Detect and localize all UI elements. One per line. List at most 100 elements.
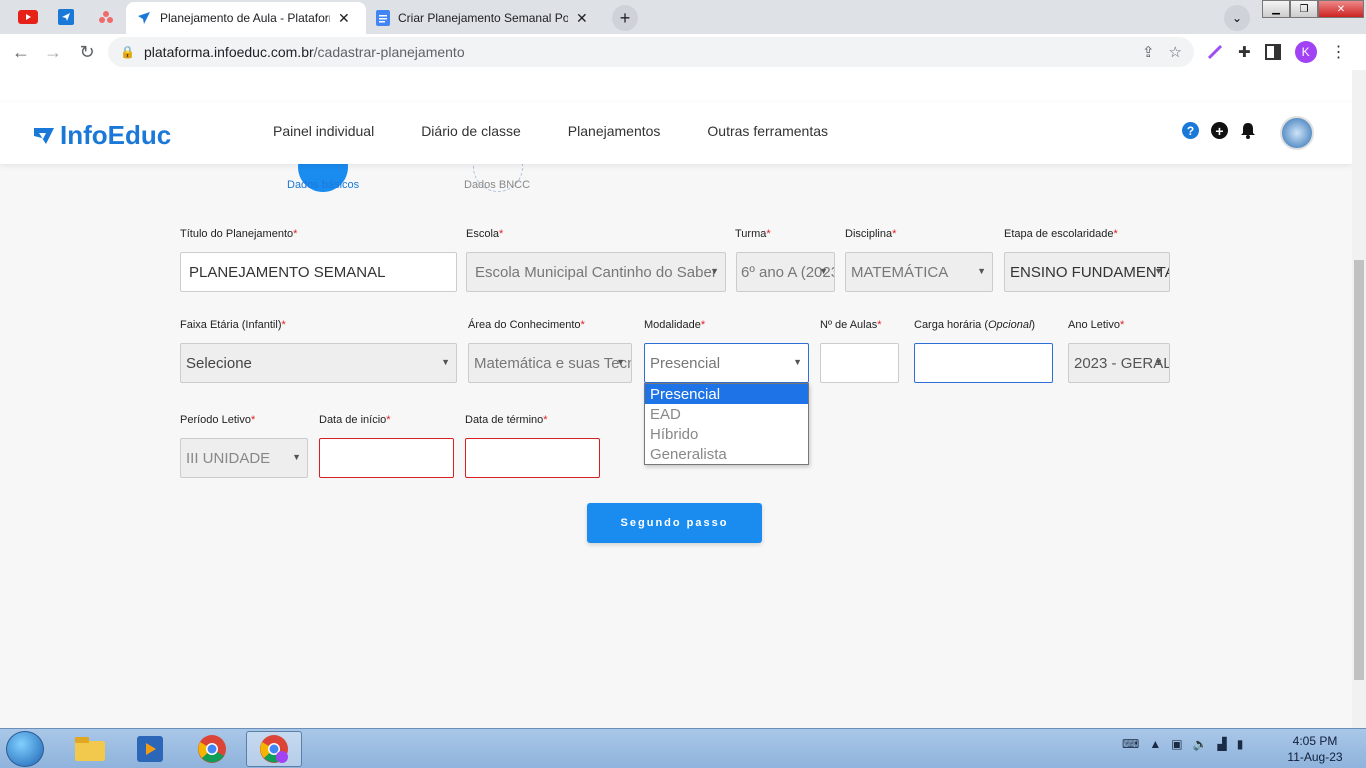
chevron-down-icon: ▼: [977, 266, 986, 276]
add-icon[interactable]: +: [1211, 122, 1228, 139]
nav-outras-ferramentas[interactable]: Outras ferramentas: [707, 123, 828, 139]
required-mark: *: [580, 319, 585, 331]
disciplina-label: Disciplina*: [845, 228, 896, 240]
pinned-tab-2[interactable]: [52, 6, 80, 28]
bell-icon[interactable]: [1240, 122, 1256, 139]
carga-label-end: ): [1031, 319, 1036, 331]
modalidade-option-generalista[interactable]: Generalista: [645, 444, 808, 464]
lock-icon: 🔒: [120, 45, 135, 59]
faixa-select[interactable]: Selecione ▼: [180, 343, 457, 383]
browser-tab-strip: Planejamento de Aula - Plataform ✕ Criar…: [0, 0, 1366, 34]
required-mark: *: [1119, 319, 1125, 331]
etapa-label-text: Etapa de escolaridade: [1004, 228, 1114, 240]
media-player-icon: [137, 736, 163, 762]
send-app-icon: [58, 9, 74, 25]
required-mark: *: [892, 228, 897, 240]
aulas-input[interactable]: [820, 343, 899, 383]
escola-label: Escola*: [466, 228, 503, 240]
nav-diario-de-classe[interactable]: Diário de classe: [421, 123, 521, 139]
bookmark-star-icon[interactable]: ☆: [1169, 43, 1182, 61]
chrome-profile-icon: [260, 735, 288, 763]
etapa-select[interactable]: ENSINO FUNDAMENTAL ▼: [1004, 252, 1170, 292]
infoeduc-logo[interactable]: InfoEduc: [32, 120, 171, 151]
side-panel-icon[interactable]: [1264, 44, 1281, 60]
data-termino-input[interactable]: [465, 438, 600, 478]
close-icon[interactable]: ✕: [576, 10, 588, 27]
user-avatar[interactable]: [1280, 116, 1314, 150]
device-icon[interactable]: ▣: [1171, 737, 1182, 751]
taskbar-chrome[interactable]: [184, 731, 240, 767]
area-value: Matemática e suas Tecnologias: [474, 354, 631, 372]
forward-arrow-icon[interactable]: →: [42, 41, 64, 63]
step-1-label[interactable]: Dados básicos: [287, 179, 359, 191]
page-scrollbar[interactable]: [1352, 70, 1366, 728]
taskbar-explorer[interactable]: [62, 731, 118, 767]
pen-extension-icon[interactable]: [1206, 43, 1224, 61]
modalidade-select[interactable]: Presencial ▼: [644, 343, 809, 383]
disciplina-value: MATEMÁTICA: [851, 263, 949, 281]
inicio-label: Data de início*: [319, 414, 391, 426]
escola-value: Escola Municipal Cantinho do Saber: [475, 263, 717, 281]
required-mark: *: [281, 319, 286, 331]
modalidade-option-presencial[interactable]: Presencial: [645, 384, 808, 404]
minimize-icon[interactable]: ▁: [1262, 0, 1290, 18]
nav-planejamentos[interactable]: Planejamentos: [568, 123, 661, 139]
kebab-menu-icon[interactable]: ⋮: [1331, 42, 1347, 62]
step-2-label[interactable]: Dados BNCC: [464, 179, 530, 191]
disciplina-select[interactable]: MATEMÁTICA ▼: [845, 252, 993, 292]
turma-label: Turma*: [735, 228, 771, 240]
modalidade-option-ead[interactable]: EAD: [645, 404, 808, 424]
window-close-icon[interactable]: ✕: [1318, 0, 1364, 18]
share-icon[interactable]: ⇪: [1142, 43, 1155, 61]
puzzle-extensions-icon[interactable]: ✚: [1238, 43, 1251, 61]
chevron-down-icon: ▼: [819, 266, 828, 276]
profile-avatar[interactable]: K: [1294, 41, 1317, 63]
nav-painel-individual[interactable]: Painel individual: [273, 123, 374, 139]
taskbar-media-player[interactable]: [122, 731, 178, 767]
new-tab-button[interactable]: +: [612, 5, 638, 31]
maximize-icon[interactable]: ❐: [1290, 0, 1318, 18]
tab-planejamento[interactable]: Planejamento de Aula - Plataform ✕: [126, 2, 366, 34]
required-mark: *: [877, 319, 882, 331]
volume-icon[interactable]: 🔈: [1193, 737, 1208, 751]
required-mark: *: [1113, 228, 1118, 240]
help-icon[interactable]: ?: [1182, 122, 1199, 139]
scrollbar-thumb[interactable]: [1354, 260, 1364, 680]
keyboard-icon[interactable]: ⌨: [1122, 737, 1139, 751]
power-icon[interactable]: ▮: [1237, 737, 1244, 751]
ano-select[interactable]: 2023 - GERAL ▼: [1068, 343, 1170, 383]
network-icon[interactable]: ▟: [1218, 737, 1227, 751]
youtube-tab[interactable]: [14, 6, 42, 28]
main-nav: Painel individual Diário de classe Plane…: [273, 123, 828, 139]
area-select[interactable]: Matemática e suas Tecnologias▼: [468, 343, 632, 383]
escola-select[interactable]: Escola Municipal Cantinho do Saber ▼: [466, 252, 726, 292]
taskbar-chrome-profile[interactable]: [246, 731, 302, 767]
segundo-passo-button[interactable]: Segundo passo: [587, 503, 762, 543]
carga-input[interactable]: [914, 343, 1053, 383]
infoeduc-favicon-icon: [138, 12, 150, 24]
termino-label: Data de término*: [465, 414, 548, 426]
back-arrow-icon[interactable]: ←: [10, 41, 32, 63]
system-clock[interactable]: 4:05 PM 11-Aug-23: [1280, 733, 1350, 765]
tray-expand-icon[interactable]: ▲: [1149, 737, 1161, 751]
tab-criar-planejamento[interactable]: Criar Planejamento Semanal Por ✕: [366, 2, 606, 34]
data-inicio-input[interactable]: [319, 438, 454, 478]
titulo-input[interactable]: PLANEJAMENTO SEMANAL: [180, 252, 457, 292]
start-button[interactable]: [6, 731, 44, 767]
periodo-label: Período Letivo*: [180, 414, 255, 426]
turma-select[interactable]: 6º ano A (2023) ▼: [736, 252, 835, 292]
tab-search-chevron-icon[interactable]: ⌄: [1224, 5, 1250, 31]
close-icon[interactable]: ✕: [338, 10, 350, 27]
required-mark: *: [499, 228, 504, 240]
windows-taskbar: ⌨ ▲ ▣ 🔈 ▟ ▮ 4:05 PM 11-Aug-23: [0, 728, 1366, 768]
required-mark: *: [250, 414, 256, 426]
address-bar[interactable]: 🔒 plataforma.infoeduc.com.br /cadastrar-…: [108, 37, 1194, 67]
pinned-tab-3[interactable]: [92, 6, 120, 28]
folder-icon: [75, 737, 105, 761]
ano-label-text: Ano Letivo: [1068, 319, 1120, 331]
reload-icon[interactable]: ↻: [76, 41, 98, 63]
area-label: Área do Conhecimento*: [468, 319, 585, 331]
modalidade-option-hibrido[interactable]: Híbrido: [645, 424, 808, 444]
titulo-value: PLANEJAMENTO SEMANAL: [189, 263, 386, 281]
periodo-select[interactable]: III UNIDADE ▼: [180, 438, 308, 478]
